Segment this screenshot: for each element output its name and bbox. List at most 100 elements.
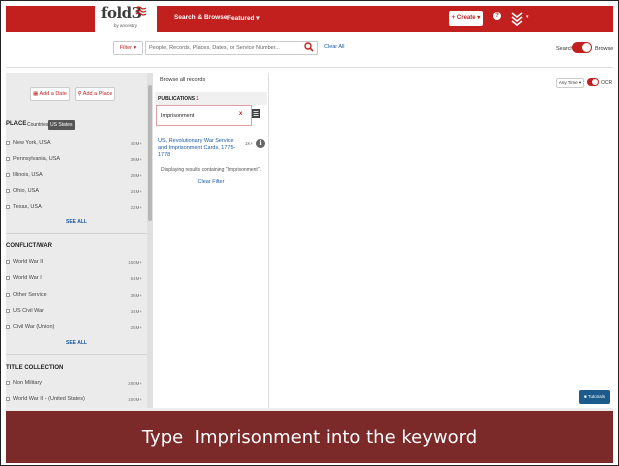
place-item[interactable]: Texas, USA: [6, 204, 42, 210]
title-item[interactable]: Non Military: [6, 380, 42, 386]
conflict-item[interactable]: Civil War (Union): [6, 324, 54, 330]
info-icon[interactable]: i: [256, 139, 265, 148]
place-section-title: PLACE: [6, 121, 27, 127]
keyword-clear-icon[interactable]: x: [239, 111, 242, 117]
ocr-toggle[interactable]: [587, 78, 599, 86]
checkbox[interactable]: [6, 308, 10, 313]
place-item-label: Ohio, USA: [13, 188, 39, 194]
nav-search-browse[interactable]: Search & Browse: [174, 14, 227, 21]
conflict-item-count: 160M+: [128, 260, 142, 265]
clear-all-link[interactable]: Clear All: [324, 44, 344, 50]
conflict-item[interactable]: US Civil War: [6, 308, 44, 314]
add-date-button[interactable]: ▦ Add a Date: [30, 87, 70, 101]
checkbox[interactable]: [6, 275, 10, 280]
nav-featured[interactable]: Featured ▾: [227, 14, 260, 22]
tutorials-label: Tutorials: [587, 394, 605, 399]
publications-header: PUBLICATIONS 1: [155, 92, 267, 105]
caption-text: Type Imprisonment into the keyword: [141, 427, 478, 448]
checkbox[interactable]: [6, 140, 10, 145]
instruction-caption: Type Imprisonment into the keyword: [6, 411, 613, 463]
list-view-icon[interactable]: [252, 109, 260, 118]
filter-sidebar: ▦ Add a Date ⚲ Add a Place PLACE Countri…: [6, 73, 149, 408]
title-collection-section-title: TITLE COLLECTION: [6, 365, 64, 371]
title-item-label: World War II - (United States): [13, 396, 85, 402]
ocr-label: OCR: [601, 80, 613, 86]
conflict-item[interactable]: World War I: [6, 275, 42, 281]
checkbox[interactable]: [6, 204, 10, 209]
checkbox[interactable]: [6, 156, 10, 161]
checkbox[interactable]: [6, 324, 10, 329]
conflict-section-title: CONFLICT/WAR: [6, 243, 52, 249]
screen-frame: fold3 by ancestry Search & Browse Featur…: [0, 0, 619, 466]
checkbox[interactable]: [6, 292, 10, 297]
divider: [6, 354, 149, 355]
publication-result-count: 1K+: [245, 141, 254, 146]
place-item[interactable]: Pennsylvania, USA: [6, 156, 60, 162]
place-item-label: New York, USA: [13, 140, 51, 146]
place-item-label: Pennsylvania, USA: [13, 156, 61, 162]
publications-panel: Browse all records PUBLICATIONS 1 x US, …: [153, 73, 269, 408]
conflict-item-count: 36M+: [130, 293, 142, 298]
title-item[interactable]: World War II - (United States): [6, 396, 85, 402]
conflict-item[interactable]: World War II: [6, 259, 43, 265]
search-row: Filter ▾ Clear All Search Browse: [6, 32, 613, 68]
see-all-places-link[interactable]: SEE ALL: [66, 219, 87, 225]
any-time-dropdown[interactable]: Any Time ▾: [556, 78, 584, 88]
search-mode-label: Search: [556, 46, 574, 52]
place-item[interactable]: New York, USA: [6, 140, 51, 146]
countries-filter[interactable]: Countries: [27, 122, 48, 128]
place-item-count: 24M+: [130, 189, 142, 194]
logo-subtitle: by ancestry: [114, 23, 138, 28]
us-states-badge[interactable]: US States: [48, 120, 75, 130]
fold3-logo[interactable]: fold3 by ancestry: [95, 4, 157, 34]
add-date-label: Add a Date: [39, 91, 67, 97]
conflict-item-label: US Civil War: [13, 308, 44, 314]
place-item[interactable]: Illinois, USA: [6, 172, 43, 178]
checkbox[interactable]: [6, 188, 10, 193]
search-icon[interactable]: [304, 42, 314, 52]
browse-mode-label: Browse: [595, 46, 614, 52]
search-input[interactable]: [145, 41, 318, 55]
place-item-count: 36M+: [130, 157, 142, 162]
conflict-item-label: Other Service: [13, 292, 47, 298]
browse-all-records-link[interactable]: Browse all records: [160, 77, 205, 83]
checkbox[interactable]: [6, 259, 10, 264]
help-icon[interactable]: ?: [493, 12, 501, 20]
search-browse-toggle[interactable]: [572, 42, 592, 53]
filter-button[interactable]: Filter ▾: [113, 41, 143, 55]
flag-icon: [135, 6, 147, 16]
conflict-item[interactable]: Other Service: [6, 292, 47, 298]
tutorials-button[interactable]: ■ Tutorials: [579, 390, 610, 404]
displaying-results-text: Displaying results containing "Imprisonm…: [161, 167, 261, 173]
place-item-label: Texas, USA: [13, 204, 42, 210]
account-icon[interactable]: [510, 9, 524, 27]
place-item-label: Illinois, USA: [13, 172, 43, 178]
create-button[interactable]: + Create ▾: [449, 11, 483, 26]
add-place-label: Add a Place: [82, 91, 113, 97]
conflict-item-label: World War I: [13, 275, 42, 281]
checkbox[interactable]: [6, 172, 10, 177]
place-item[interactable]: Ohio, USA: [6, 188, 39, 194]
publications-count: 1: [196, 96, 199, 102]
account-caret-icon[interactable]: ▾: [526, 14, 529, 20]
conflict-item-label: World War II: [13, 259, 44, 265]
top-navigation-bar: fold3 by ancestry Search & Browse Featur…: [6, 4, 613, 34]
see-all-conflicts-link[interactable]: SEE ALL: [66, 340, 87, 346]
clear-filter-link[interactable]: Clear Filter: [156, 179, 266, 185]
keyword-field[interactable]: x: [156, 105, 252, 126]
sidebar-scroll-thumb[interactable]: [148, 85, 152, 221]
publication-result-link[interactable]: US, Revolutionary War Service and Impris…: [158, 138, 242, 159]
conflict-item-label: Civil War (Union): [13, 324, 55, 330]
toggle-knob: [582, 43, 591, 52]
checkbox[interactable]: [6, 380, 10, 385]
add-place-button[interactable]: ⚲ Add a Place: [75, 87, 115, 101]
title-item-count: 160M+: [128, 397, 142, 402]
place-item-count: 22M+: [130, 205, 142, 210]
place-item-count: 40M+: [130, 141, 142, 146]
checkbox[interactable]: [6, 396, 10, 401]
title-item-label: Non Military: [13, 380, 43, 386]
divider: [6, 233, 149, 234]
keyword-input[interactable]: [161, 110, 231, 121]
conflict-item-count: 34M+: [130, 309, 142, 314]
place-item-count: 28M+: [130, 173, 142, 178]
